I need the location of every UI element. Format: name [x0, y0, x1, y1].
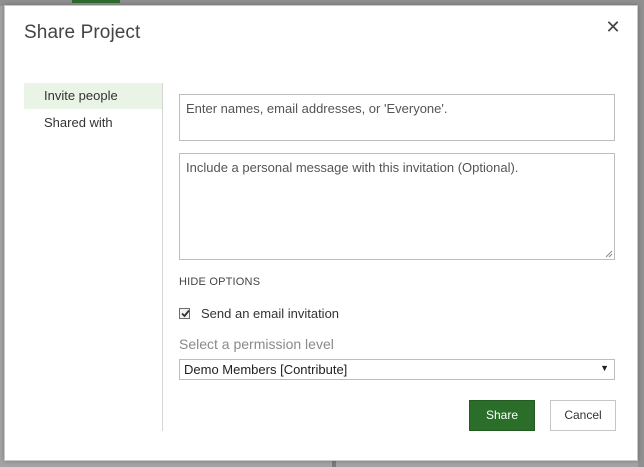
cancel-button[interactable]: Cancel [550, 400, 616, 431]
sidebar-item-invite-people[interactable]: Invite people [24, 83, 162, 109]
share-button[interactable]: Share [469, 400, 535, 431]
close-button[interactable]: ✕ [603, 17, 623, 37]
send-email-row: Send an email invitation [179, 305, 339, 321]
send-email-checkbox[interactable] [179, 307, 190, 319]
permission-level-value: Demo Members [Contribute] [184, 362, 348, 377]
checkmark-icon [181, 309, 190, 317]
close-icon: ✕ [605, 17, 621, 37]
sidebar-divider [162, 83, 163, 431]
permission-level-select[interactable]: Demo Members [Contribute] ▼ [179, 359, 615, 380]
hide-options-link[interactable]: HIDE OPTIONS [179, 276, 260, 288]
sidebar-item-label: Shared with [44, 115, 113, 130]
invite-names-input[interactable]: Enter names, email addresses, or 'Everyo… [179, 94, 615, 141]
invite-names-placeholder: Enter names, email addresses, or 'Everyo… [186, 101, 448, 116]
share-project-dialog: Share Project ✕ Invite people Shared wit… [4, 5, 638, 461]
personal-message-textarea[interactable]: Include a personal message with this inv… [179, 153, 615, 260]
background-accent-tab [72, 0, 120, 3]
sidebar-item-shared-with[interactable]: Shared with [24, 110, 162, 136]
permission-level-label: Select a permission level [179, 336, 334, 352]
background-scrollbar [638, 0, 644, 467]
dialog-title: Share Project [24, 22, 141, 43]
background-resize-handle [332, 461, 336, 467]
dialog-sidebar: Invite people Shared with [24, 83, 162, 137]
sidebar-item-label: Invite people [44, 88, 118, 103]
chevron-down-icon: ▼ [600, 363, 609, 373]
send-email-label: Send an email invitation [201, 305, 340, 321]
personal-message-placeholder: Include a personal message with this inv… [186, 160, 519, 175]
resize-grip-icon[interactable] [605, 250, 613, 258]
